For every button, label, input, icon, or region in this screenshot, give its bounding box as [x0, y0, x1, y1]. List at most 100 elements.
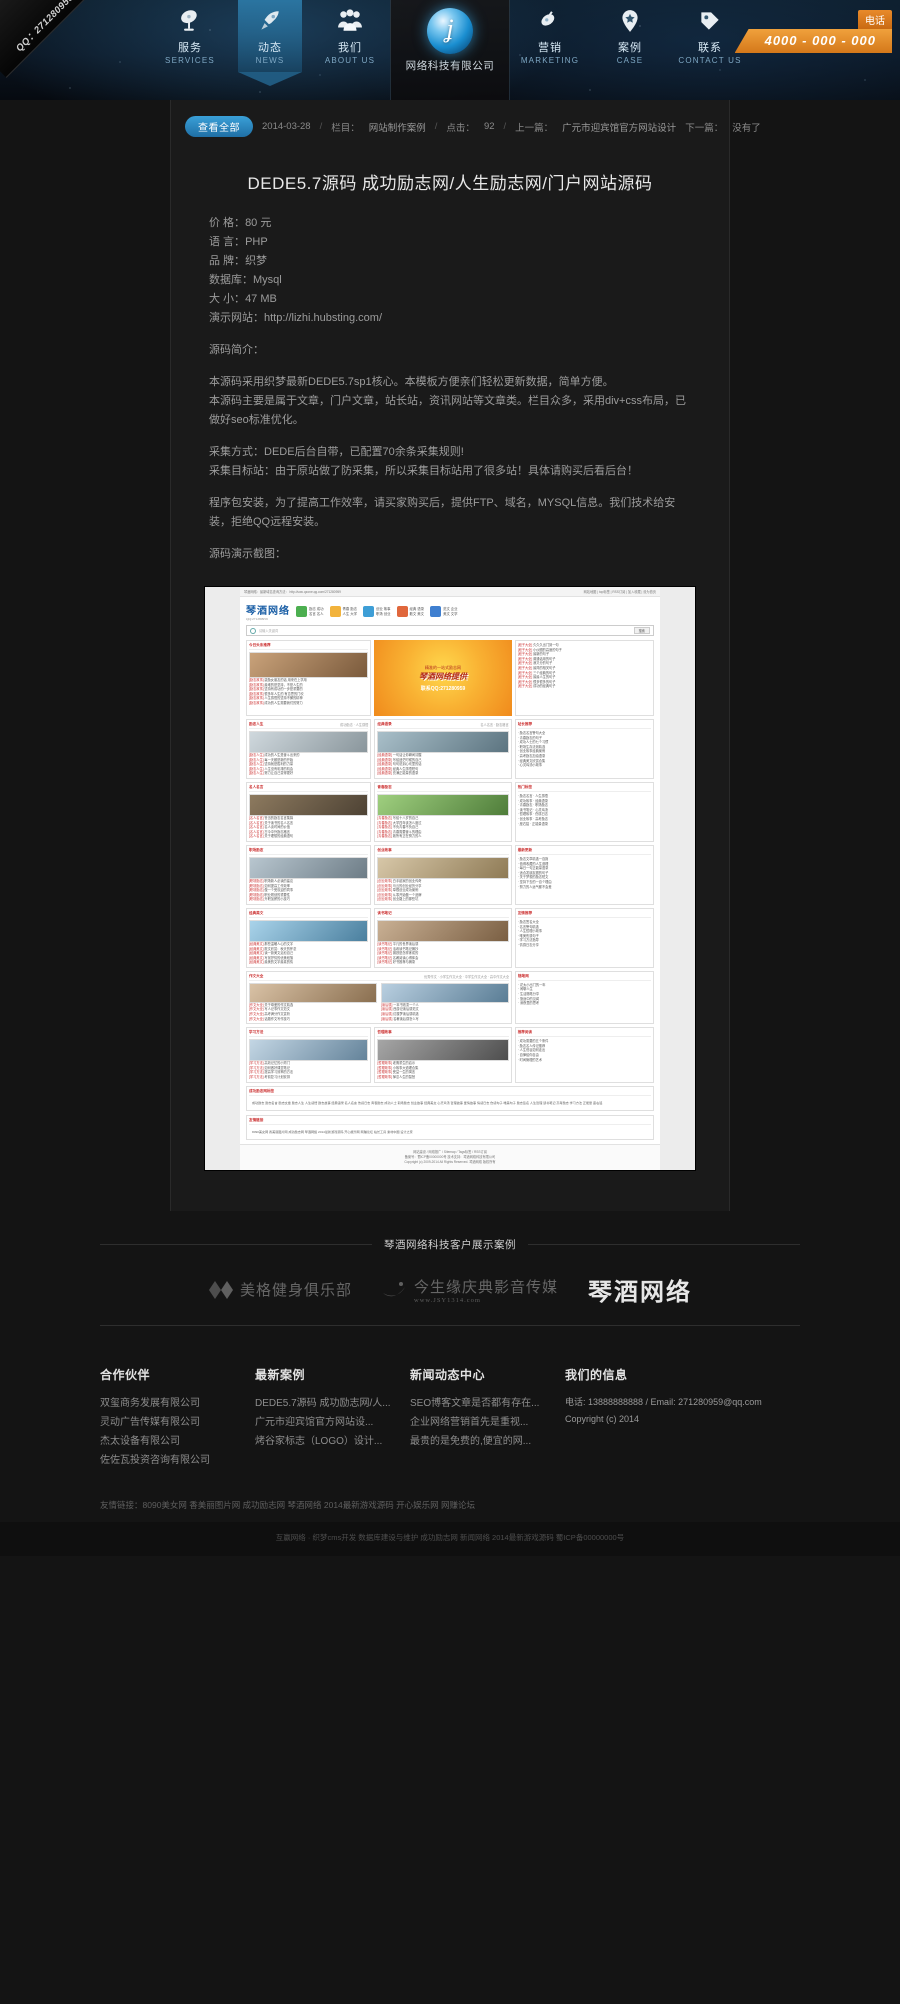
- list-item[interactable]: [职场励志] 升职加薪的小技巧: [249, 897, 368, 902]
- footer-link[interactable]: 杰太设备有限公司: [100, 1432, 255, 1451]
- nav-item-marketing[interactable]: 营销 MARKETING: [518, 0, 582, 72]
- list-item[interactable]: [经典语录] 充满正能量的语录: [377, 771, 508, 776]
- client-logo-meige[interactable]: 美格健身俱乐部: [208, 1279, 352, 1301]
- preview-nav-cell[interactable]: 创业 故事 职场 创业: [363, 606, 391, 617]
- site-logo[interactable]: 网络科技有限公司: [390, 0, 510, 100]
- list-item[interactable]: · 时间管理的艺术: [518, 1058, 651, 1063]
- nav-item-case[interactable]: 案例 CASE: [598, 0, 662, 72]
- screenshot-preview-image[interactable]: 琴酒网络：最新域名查询方法： http://uwc.qzone.qq.com/2…: [204, 586, 696, 1172]
- preview-banner[interactable]: 精准的一站式励志网 琴酒网络提供 联系QQ:271280959: [374, 640, 512, 716]
- preview-section-box: 热门标签 · 励志名言 · 人生感悟 · 成功故事 · 经典语录 · 青春励志 …: [514, 781, 654, 842]
- preview-search-button[interactable]: 搜索: [633, 627, 650, 634]
- preview-heading: 源码演示截图：: [209, 548, 286, 560]
- list-item[interactable]: · 心灵鸡汤小故事: [518, 763, 651, 768]
- spec-label: 数据库：: [209, 274, 253, 286]
- list-item[interactable]: · 情感日志分享: [518, 943, 651, 948]
- demo-site-link[interactable]: http://lizhi.hubsting.com/: [264, 312, 382, 324]
- swoosh-mark-icon: [383, 1281, 405, 1297]
- preview-nav-cell[interactable]: 经典 语录 散文 美文: [396, 606, 424, 617]
- nav-item-services[interactable]: 服务 SERVICES: [158, 0, 222, 72]
- footer-link[interactable]: 最贵的是免费的,便宜的网...: [410, 1432, 565, 1451]
- footer-link[interactable]: DEDE5.7源码 成功励志网/人...: [255, 1394, 410, 1413]
- preview-nav-line2: 人生 大学: [342, 611, 358, 616]
- footer-link[interactable]: 企业网络营销首先是重视...: [410, 1413, 565, 1432]
- category-link[interactable]: 网站制作案例: [369, 120, 426, 134]
- nav-label-en: ABOUT US: [324, 56, 376, 65]
- view-all-button[interactable]: 查看全部: [185, 116, 253, 137]
- preview-nav-cell[interactable]: 范文 企业 美文 文学: [430, 606, 458, 617]
- list-item[interactable]: [作文大全] 话题作文写作技巧: [249, 1017, 377, 1022]
- preview-search-input[interactable]: 请输入关键词: [259, 628, 631, 633]
- list-item[interactable]: · 努力的人运气都不会差: [518, 885, 651, 890]
- preview-friendlink-wrap: 友情链接 8090美女网 香美丽图片网 成功励志网 琴酒网络 2014最新游戏源…: [240, 1115, 660, 1144]
- preview-thumbnail: [249, 652, 369, 678]
- preview-nav-cell[interactable]: 青春 励志 人生 大学: [329, 606, 358, 617]
- preview-thumbnail: [377, 856, 509, 879]
- friend-links-list[interactable]: 8090美女网 香美丽图片网 成功励志网 琴酒网络 2014最新游戏源码 开心娱…: [143, 1500, 476, 1510]
- prev-article-link[interactable]: 广元市迎宾馆官方网站设计: [562, 120, 676, 134]
- footer-column-news: 新闻动态中心 SEO博客文章是否都有存在... 企业网络营销首先是重视... 最…: [410, 1366, 565, 1470]
- nav-item-about-us[interactable]: 我们 ABOUT US: [318, 0, 382, 72]
- preview-section-box: 哲理故事 [哲理故事] 老鹰重生的启示 [哲理故事] 小故事大道理合集 [哲理故…: [374, 1027, 512, 1083]
- footer-heading: 合作伙伴: [100, 1368, 151, 1383]
- list-item[interactable]: [经典美文] 最美的文字最真的情: [249, 960, 368, 965]
- breadcrumb-separator: /: [503, 121, 507, 132]
- nav-label-cn: 动态: [258, 42, 282, 54]
- preview-friendlinks: 8090美女网 香美丽图片网 成功励志网 琴酒网络 2014最新游戏源码 开心娱…: [252, 1130, 413, 1135]
- client-showcase: 琴酒网络科技客户展示案例 美格健身俱乐部 今生缘庆典影音传媒 www.JSY13…: [0, 1211, 900, 1341]
- footer-link[interactable]: SEO博客文章是否都有存在...: [410, 1394, 565, 1413]
- nav-label-en: CASE: [616, 56, 644, 65]
- site-header: QQ：271280959 服务 SERVICES 动态 NEWS 我们 ABOU…: [0, 0, 900, 100]
- breadcrumb: 查看全部 2014-03-28 / 栏目： 网站制作案例 / 点击： 92 / 上一…: [171, 100, 761, 151]
- footer-link[interactable]: 灵动广告传媒有限公司: [100, 1413, 255, 1432]
- preview-search-bar[interactable]: 请输入关键词 搜索: [246, 625, 654, 636]
- preview-feature-box: 今日头条推荐 [励志故事] 激励女朋友的话 用来在上学用 [励志故事] 最难的是…: [246, 640, 372, 716]
- spec-label: 演示网站：: [209, 312, 264, 324]
- footer-column-info: 我们的信息 电话: 13888888888 / Email: 271280959…: [565, 1366, 800, 1470]
- preview-nav-text: 青春 励志 人生 大学: [343, 607, 358, 617]
- list-item[interactable]: [励志故事] 成功的人生需要我们的努力: [249, 701, 368, 706]
- preview-friendlink-box: 友情链接 8090美女网 香美丽图片网 成功励志网 琴酒网络 2014最新游戏源…: [246, 1115, 654, 1141]
- footer-link[interactable]: 广元市迎宾馆官方网站设...: [255, 1413, 410, 1432]
- list-item[interactable]: [青春励志] 致所有正在努力的人: [377, 834, 508, 839]
- list-item[interactable]: [读书笔记] 好书推荐与摘录: [377, 960, 508, 965]
- footer-link[interactable]: 烤谷家标志（LOGO）设计...: [255, 1432, 410, 1451]
- spec-value: 织梦: [245, 255, 268, 267]
- list-item[interactable]: [励志人生] 努力让自己变得更好: [249, 771, 368, 776]
- preview-thumbnail: [381, 982, 510, 1003]
- logo-orb-icon: [427, 8, 473, 54]
- footer-bottom-bar: 互赢网络 · 织梦cms开发 数据库建设与维护 成功励志网 新闻网络 2014最…: [0, 1522, 900, 1557]
- phone-number: 4000 - 000 - 000: [734, 29, 892, 53]
- prev-label: 上一篇：: [515, 122, 554, 134]
- list-item[interactable]: [名人名言] 关于理想的经典语句: [249, 834, 368, 839]
- list-item[interactable]: · 深夜里的思考: [518, 1001, 651, 1006]
- footer-column-partners: 合作伙伴 双玺商务发展有限公司 灵动广告传媒有限公司 杰太设备有限公司 佐佐瓦投…: [100, 1366, 255, 1470]
- nav-label-en: CONTACT US: [678, 56, 742, 65]
- footer-heading: 最新案例: [255, 1368, 306, 1383]
- preview-side-box: [段子大全] 久久久出门到一句 [段子大全] 小伙圈的高速的句子 [段子大全] …: [514, 640, 654, 716]
- preview-nav-cell[interactable]: 励志 成功 名言 名人: [296, 606, 324, 617]
- footer-link[interactable]: 双玺商务发展有限公司: [100, 1394, 255, 1413]
- preview-wide-box: 作文大全 优秀作文 · 小学生作文大全 · 中学生作文大全 · 高中作文大全 [作…: [246, 970, 513, 1025]
- preview-nav-text: 范文 企业 美文 文学: [443, 607, 458, 617]
- preview-nav-line2: 名言 名人: [309, 611, 324, 616]
- nav-label-cn: 联系: [698, 42, 722, 54]
- preview-section-box: 学习方法 [学习方法] 高效记忆的小窍门 [学习方法] 如何做好课堂笔记 [学习…: [246, 1027, 372, 1083]
- footer-link[interactable]: 佐佐瓦投资咨询有限公司: [100, 1451, 255, 1470]
- article-panel: 查看全部 2014-03-28 / 栏目： 网站制作案例 / 点击： 92 / 上一…: [170, 100, 761, 1212]
- preview-main-row: 今日头条推荐 [励志故事] 激励女朋友的话 用来在上学用 [励志故事] 最难的是…: [240, 640, 660, 719]
- footer-contact-line: 电话: 13888888888 / Email: 271280959@qq.co…: [565, 1397, 762, 1408]
- footer-columns: 合作伙伴 双玺商务发展有限公司 灵动广告传媒有限公司 杰太设备有限公司 佐佐瓦投…: [100, 1366, 800, 1470]
- clicks-count: 92: [483, 121, 495, 132]
- list-item[interactable]: [创业故事] 创业路上的那些坑: [377, 897, 508, 902]
- nav-item-contact-us[interactable]: 联系 CONTACT US: [678, 0, 742, 72]
- list-item[interactable]: · 座右铭 · 正能量语录: [518, 822, 651, 827]
- list-item[interactable]: [学习方法] 考前复习计划安排: [249, 1075, 368, 1080]
- client-logo-jinshengyuan[interactable]: 今生缘庆典影音传媒 www.JSY1314.com: [382, 1276, 558, 1304]
- preview-section-box: 青春励志 [青春励志] 写给十八岁的自己 [青春励志] 大学四年该怎么度过 [青…: [374, 781, 512, 842]
- nav-label-en: SERVICES: [165, 56, 215, 65]
- list-item[interactable]: [读后感] 名著读后感怎么写: [381, 1017, 509, 1022]
- nav-item-news[interactable]: 动态 NEWS: [238, 0, 302, 86]
- list-item[interactable]: [段子大全] 成功的经典句子: [518, 684, 651, 689]
- list-item[interactable]: [哲理故事] 禅意人生的智慧: [377, 1075, 508, 1080]
